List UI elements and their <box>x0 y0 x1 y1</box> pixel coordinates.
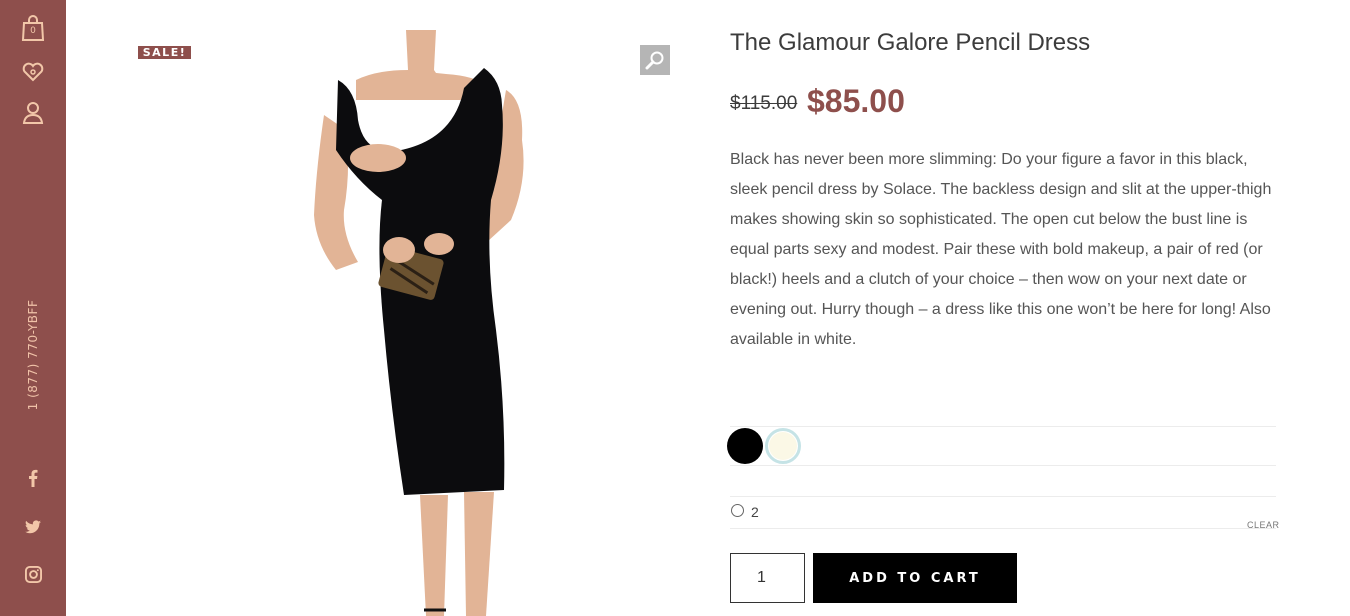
twitter-icon[interactable] <box>22 516 44 538</box>
quantity-input[interactable] <box>730 553 805 603</box>
sale-price: $85.00 <box>807 83 905 119</box>
divider <box>730 465 1276 466</box>
color-swatch-white[interactable] <box>765 428 801 464</box>
product-title: The Glamour Galore Pencil Dress <box>730 29 1091 56</box>
user-icon[interactable] <box>18 98 48 128</box>
original-price: $115.00 <box>730 93 798 114</box>
phone-number: 1 (877) 770-YBFF <box>26 299 40 411</box>
cart-count: 0 <box>30 26 36 36</box>
sidebar: 0 1 (877) 770-YBFF <box>0 0 66 616</box>
product-image[interactable] <box>296 30 616 616</box>
product-description: Black has never been more slimming: Do y… <box>730 151 1272 348</box>
color-swatch-black[interactable] <box>727 428 763 464</box>
facebook-icon[interactable] <box>22 467 44 489</box>
sale-badge: SALE! <box>138 46 191 59</box>
heart-icon[interactable] <box>18 57 48 87</box>
magnifier-icon <box>645 51 664 70</box>
divider <box>730 426 1276 427</box>
product-gallery: SALE! <box>66 30 686 616</box>
divider <box>730 528 1276 529</box>
size-radio-label: 2 <box>751 504 759 520</box>
shopping-bag-icon[interactable]: 0 <box>18 13 48 43</box>
add-to-cart-button[interactable]: ADD TO CART <box>813 553 1017 603</box>
size-radio[interactable] <box>731 504 744 517</box>
divider <box>730 496 1276 497</box>
zoom-button[interactable] <box>640 45 670 75</box>
instagram-icon[interactable] <box>22 563 44 585</box>
